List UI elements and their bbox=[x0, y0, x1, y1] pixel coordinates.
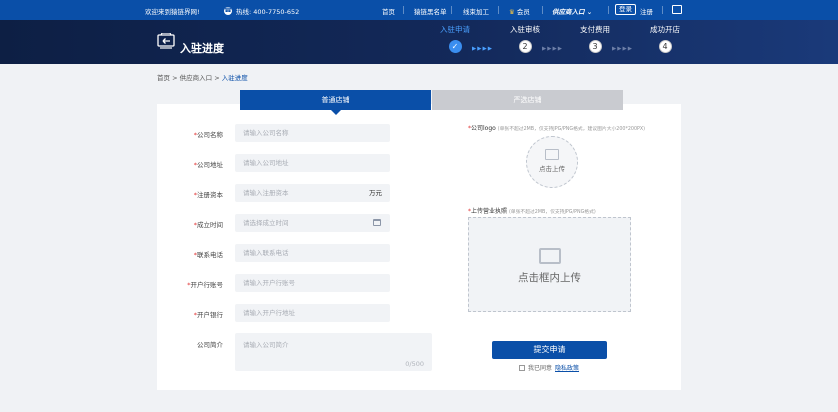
nav-blacklist-link[interactable]: 猿链黑名单 bbox=[414, 6, 447, 16]
nav-divider bbox=[662, 6, 663, 14]
breadcrumb-sep: > bbox=[172, 74, 178, 82]
upload-text: 点击上传 bbox=[539, 165, 565, 173]
step-open-store: 成功开店 4 bbox=[635, 24, 695, 53]
nav-home-link[interactable]: 首页 bbox=[382, 6, 395, 16]
breadcrumb-supplier[interactable]: 供应商入口 bbox=[180, 74, 213, 82]
supplier-entry-link[interactable]: 供应商入口 ⌄ bbox=[552, 6, 592, 16]
field-label-text: 开户银行 bbox=[197, 311, 223, 319]
step-label: 入驻审核 bbox=[510, 25, 540, 34]
privacy-policy-link[interactable]: 隐私政策 bbox=[555, 363, 579, 372]
application-form-panel: *公司名称 请输入公司名称 *公司地址 请输入公司地址 *注册资本 请输入注册资… bbox=[157, 104, 681, 390]
tab-premium-store[interactable]: 严选店铺 bbox=[432, 90, 623, 110]
field-label-text: 开户行账号 bbox=[190, 281, 224, 289]
chevron-down-icon: ⌄ bbox=[586, 8, 593, 16]
agree-text: 我已同意 bbox=[528, 365, 553, 372]
step-label: 成功开店 bbox=[650, 25, 680, 34]
field-label-text: 成立时间 bbox=[197, 221, 223, 229]
field-label-text: 公司地址 bbox=[197, 161, 223, 169]
upload-note: (单张不超过2MB，仅支持JPG/PNG格式，建议图片大小200*200PX) bbox=[497, 127, 646, 132]
tab-normal-store[interactable]: 普通店铺 bbox=[240, 90, 431, 110]
step-arrows: ▶▶▶▶ bbox=[542, 46, 563, 52]
step-number: 4 bbox=[658, 40, 672, 53]
step-arrows: ▶▶▶▶ bbox=[472, 46, 493, 52]
placeholder-text: 请选择成立时间 bbox=[243, 219, 289, 227]
phone-input[interactable]: 请输入联系电话 bbox=[235, 244, 390, 262]
license-upload-label: *上传营业执照 (单张不超过2MB，仅支持JPG/PNG格式) bbox=[468, 206, 596, 215]
field-label-text: 注册资本 bbox=[197, 191, 223, 199]
welcome-text: 欢迎来到猿链界网! bbox=[145, 8, 200, 16]
char-count: 0/500 bbox=[405, 360, 424, 368]
step-number: 2 bbox=[518, 40, 532, 53]
field-label: *公司地址 bbox=[187, 159, 223, 169]
company-name-input[interactable]: 请输入公司名称 bbox=[235, 124, 390, 142]
store-return-icon bbox=[157, 33, 175, 49]
upload-text: 点击框内上传 bbox=[518, 272, 581, 284]
nav-divider bbox=[403, 6, 404, 14]
register-link[interactable]: 注册 bbox=[640, 6, 653, 16]
supplier-entry-label: 供应商入口 bbox=[552, 8, 585, 16]
founding-date-picker[interactable]: 请选择成立时间 bbox=[235, 214, 390, 232]
logo-upload-label: *公司logo (单张不超过2MB，仅支持JPG/PNG格式，建议图片大小200… bbox=[468, 123, 645, 132]
progress-header: 入驻进度 入驻申请 ✓ ▶▶▶▶ 入驻审核 2 ▶▶▶▶ 支付费用 3 ▶▶▶▶… bbox=[0, 20, 838, 64]
field-label: *联系电话 bbox=[187, 249, 223, 259]
crown-icon: ♛ bbox=[509, 8, 515, 16]
image-add-icon bbox=[545, 149, 559, 160]
intro-label: 公司简介 bbox=[197, 341, 223, 349]
upload-label-text: 公司logo bbox=[471, 125, 496, 132]
check-icon: ✓ bbox=[448, 40, 462, 53]
active-tab-indicator bbox=[331, 110, 341, 115]
company-address-input[interactable]: 请输入公司地址 bbox=[235, 154, 390, 172]
field-label-text: 联系电话 bbox=[197, 251, 223, 259]
company-intro-textarea[interactable]: 请输入公司简介 0/500 bbox=[235, 333, 432, 371]
upload-label-text: 上传营业执照 bbox=[471, 208, 508, 215]
breadcrumb: 首页 > 供应商入口 > 入驻进度 bbox=[157, 72, 248, 82]
license-upload-area[interactable]: 点击框内上传 bbox=[468, 217, 631, 312]
nav-divider bbox=[451, 6, 452, 14]
nav-divider bbox=[498, 6, 499, 14]
top-bar: 欢迎来到猿链界网! ☎ 热线: 400-7750-652 首页 猿链黑名单 线束… bbox=[0, 0, 838, 20]
page-title: 入驻进度 bbox=[180, 42, 224, 55]
nav-processing-link[interactable]: 线束加工 bbox=[463, 6, 489, 16]
field-label: *成立时间 bbox=[187, 219, 223, 229]
nav-member-link[interactable]: ♛ 会员 bbox=[509, 6, 530, 16]
hotline-text: 热线: 400-7750-652 bbox=[236, 8, 300, 16]
placeholder-text: 请输入公司简介 bbox=[243, 341, 289, 349]
nav-divider bbox=[542, 6, 543, 14]
calendar-icon bbox=[373, 219, 381, 226]
nav-divider bbox=[608, 6, 609, 14]
image-add-icon bbox=[538, 248, 561, 264]
field-label: *开户银行 bbox=[187, 309, 223, 319]
member-label: 会员 bbox=[516, 8, 530, 16]
bank-address-input[interactable]: 请输入开户行地址 bbox=[235, 304, 390, 322]
step-arrows: ▶▶▶▶ bbox=[612, 46, 633, 52]
privacy-agreement: 我已同意 隐私政策 bbox=[519, 363, 579, 372]
step-label: 支付费用 bbox=[580, 25, 610, 34]
breadcrumb-sep: > bbox=[214, 74, 220, 82]
field-label-text: 公司名称 bbox=[197, 131, 223, 139]
placeholder-text: 请输入注册资本 bbox=[243, 189, 289, 197]
registered-capital-input[interactable]: 请输入注册资本 万元 bbox=[235, 184, 390, 202]
hotline: ☎ 热线: 400-7750-652 bbox=[224, 6, 299, 16]
breadcrumb-current: 入驻进度 bbox=[221, 74, 248, 82]
login-button[interactable]: 登录 bbox=[615, 4, 636, 15]
breadcrumb-home[interactable]: 首页 bbox=[157, 74, 170, 82]
step-number: 3 bbox=[588, 40, 602, 53]
field-label: *公司名称 bbox=[187, 129, 223, 139]
logo-upload-button[interactable]: 点击上传 bbox=[526, 136, 578, 188]
phone-icon: ☎ bbox=[224, 7, 232, 15]
message-icon[interactable] bbox=[672, 5, 682, 14]
upload-note: (单张不超过2MB，仅支持JPG/PNG格式) bbox=[508, 210, 596, 215]
field-label: *注册资本 bbox=[187, 189, 223, 199]
unit-label: 万元 bbox=[369, 189, 382, 197]
agree-checkbox[interactable] bbox=[519, 364, 525, 371]
field-label: *开户行账号 bbox=[187, 279, 223, 289]
submit-button[interactable]: 提交申请 bbox=[492, 341, 607, 359]
step-label: 入驻申请 bbox=[440, 25, 470, 34]
bank-account-input[interactable]: 请输入开户行账号 bbox=[235, 274, 390, 292]
